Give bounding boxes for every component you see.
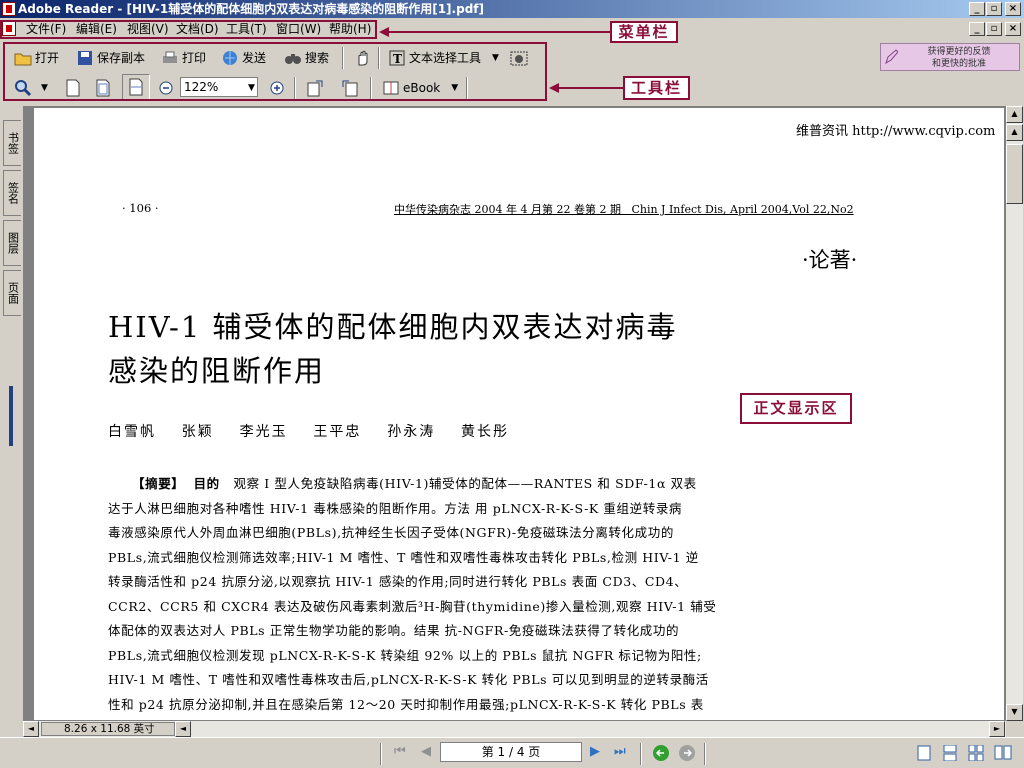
- scroll-right-button[interactable]: ►: [989, 721, 1005, 737]
- go-back-icon[interactable]: [652, 744, 670, 762]
- watermark: 维普资讯 http://www.cqvip.com: [796, 124, 996, 139]
- window-title-bar: Adobe Reader - [HIV-1辅受体的配体细胞内双表达对病毒感染的阻…: [0, 0, 1024, 18]
- tab-signatures[interactable]: 签名: [3, 170, 21, 216]
- toolbar-callout: 工具栏: [623, 76, 690, 100]
- journal-header: 中华传染病杂志 2004 年 4 月第 22 卷第 2 期 Chin J Inf…: [394, 203, 854, 216]
- abstract-line: 转录酶活性和 p24 抗原分泌,以观察抗 HIV-1 感染的作用;同时进行转化 …: [108, 574, 688, 589]
- page-up-button[interactable]: ▲: [1006, 124, 1023, 141]
- article-title-line-1: HIV-1 辅受体的配体细胞内双表达对病毒: [108, 310, 678, 344]
- tab-pages[interactable]: 页面: [3, 270, 21, 316]
- scroll-down-button[interactable]: ▼: [1006, 704, 1023, 721]
- first-page-icon[interactable]: ⏮: [394, 744, 406, 759]
- single-page-icon[interactable]: [916, 745, 932, 761]
- status-separator: [640, 743, 642, 765]
- abstract-line: PBLs,流式细胞仪检测筛选效率;HIV-1 M 嗜性、T 嗜性和双嗜性毒株攻击…: [108, 549, 699, 565]
- page-size-indicator: 8.26 x 11.68 英寸: [41, 722, 175, 736]
- previous-page-icon[interactable]: ◀: [421, 744, 431, 759]
- window-title: Adobe Reader - [HIV-1辅受体的配体细胞内双表达对病毒感染的阻…: [18, 2, 484, 16]
- tab-layers[interactable]: 图层: [3, 220, 21, 266]
- vertical-scrollbar[interactable]: ▲ ▲ ▼: [1006, 106, 1023, 721]
- close-button[interactable]: ×: [1005, 2, 1021, 16]
- adobe-reader-icon: [2, 2, 16, 16]
- last-page-icon[interactable]: ⏭: [614, 744, 626, 759]
- feedback-line-1: 获得更好的反馈: [927, 47, 991, 57]
- navigation-panel: 书签 签名 图层 页面: [0, 106, 22, 736]
- menubar-callout: 菜单栏: [610, 21, 678, 43]
- abstract-line: PBLs,流式细胞仪检测发现 pLNCX-R-K-S-K 转染组 92% 以上的…: [108, 647, 702, 663]
- scroll-left-button[interactable]: ◄: [23, 721, 39, 737]
- authors: 白雪帆 张颖 李光玉 王平忠 孙永涛 黄长彤: [108, 424, 510, 440]
- continuous-icon[interactable]: [942, 745, 958, 761]
- article-title-line-2: 感染的阻断作用: [108, 354, 326, 388]
- abstract-line: 性和 p24 抗原分泌抑制,并且在感染后第 12～20 天时抑制作用最强;pLN…: [108, 696, 704, 712]
- feedback-banner[interactable]: 获得更好的反馈 和更快的批准: [880, 43, 1020, 71]
- abstract-line: 体配体的双表达对人 PBLs 正常生物学功能的影响。结果 抗-NGFR-免疫磁珠…: [108, 623, 680, 638]
- scroll-left-button[interactable]: ◄: [175, 721, 191, 737]
- status-separator: [704, 743, 706, 765]
- status-separator: [380, 743, 382, 765]
- restore-button[interactable]: ▫: [986, 2, 1002, 16]
- continuous-facing-icon[interactable]: [968, 745, 984, 761]
- panel-splitter-handle[interactable]: [9, 386, 13, 446]
- tab-bookmarks[interactable]: 书签: [3, 120, 21, 166]
- objective-label: 目的: [193, 476, 220, 491]
- feedback-line-2: 和更快的批准: [931, 59, 986, 69]
- doc-restore-button[interactable]: ▫: [986, 22, 1002, 36]
- abstract-line: 达于人淋巴细胞对各种嗜性 HIV-1 毒株感染的阻断作用。方法 用 pLNCX-…: [108, 500, 683, 516]
- section-label: ·论著·: [802, 248, 858, 272]
- doc-close-button[interactable]: ×: [1005, 22, 1021, 36]
- toolbar-arrow-line: [558, 87, 623, 89]
- go-forward-icon[interactable]: [678, 744, 696, 762]
- toolbar-arrow-head: [549, 83, 559, 93]
- body-area-callout: 正文显示区: [740, 393, 852, 424]
- page-number-field[interactable]: 第 1 / 4 页: [440, 742, 582, 762]
- menubar-arrow-head: [379, 27, 389, 37]
- abstract-line: HIV-1 M 嗜性、T 嗜性和双嗜性毒株攻击后,pLNCX-R-K-S-K 转…: [108, 672, 709, 687]
- status-bar: ⏮ ◀ 第 1 / 4 页 ▶ ⏭: [0, 737, 1024, 768]
- abstract-line: 观察 I 型人免疫缺陷病毒(HIV-1)辅受体的配体——RANTES 和 SDF…: [233, 476, 697, 491]
- scroll-thumb[interactable]: [1006, 144, 1023, 204]
- menubar-arrow-line: [388, 31, 610, 33]
- toolbar-highlight-box: [3, 42, 547, 101]
- abstract-line: CCR2、CCR5 和 CXCR4 表达及破伤风毒素刺激后³H-胸苷(thymi…: [108, 598, 717, 614]
- pencil-icon: [885, 49, 898, 65]
- abstract-line: 毒液感染原代人外周血淋巴细胞(PBLs),抗神经生长因子受体(NGFR)-免疫磁…: [108, 525, 674, 540]
- pdf-page[interactable]: 维普资讯 http://www.cqvip.com · 106 · 中华传染病杂…: [34, 108, 1004, 720]
- page-number: · 106 ·: [122, 201, 159, 215]
- horizontal-scrollbar[interactable]: ◄ 8.26 x 11.68 英寸 ◄ ►: [23, 721, 1006, 737]
- facing-icon[interactable]: [994, 745, 1012, 761]
- minimize-button[interactable]: _: [969, 2, 985, 16]
- abstract: 【摘要】 目的 观察 I 型人免疫缺陷病毒(HIV-1)辅受体的配体——RANT…: [108, 472, 756, 717]
- next-page-icon[interactable]: ▶: [590, 744, 600, 759]
- menubar-highlight-box: [0, 20, 377, 39]
- scroll-up-button[interactable]: ▲: [1006, 106, 1023, 123]
- doc-minimize-button[interactable]: _: [969, 22, 985, 36]
- abstract-label: 【摘要】: [132, 476, 185, 491]
